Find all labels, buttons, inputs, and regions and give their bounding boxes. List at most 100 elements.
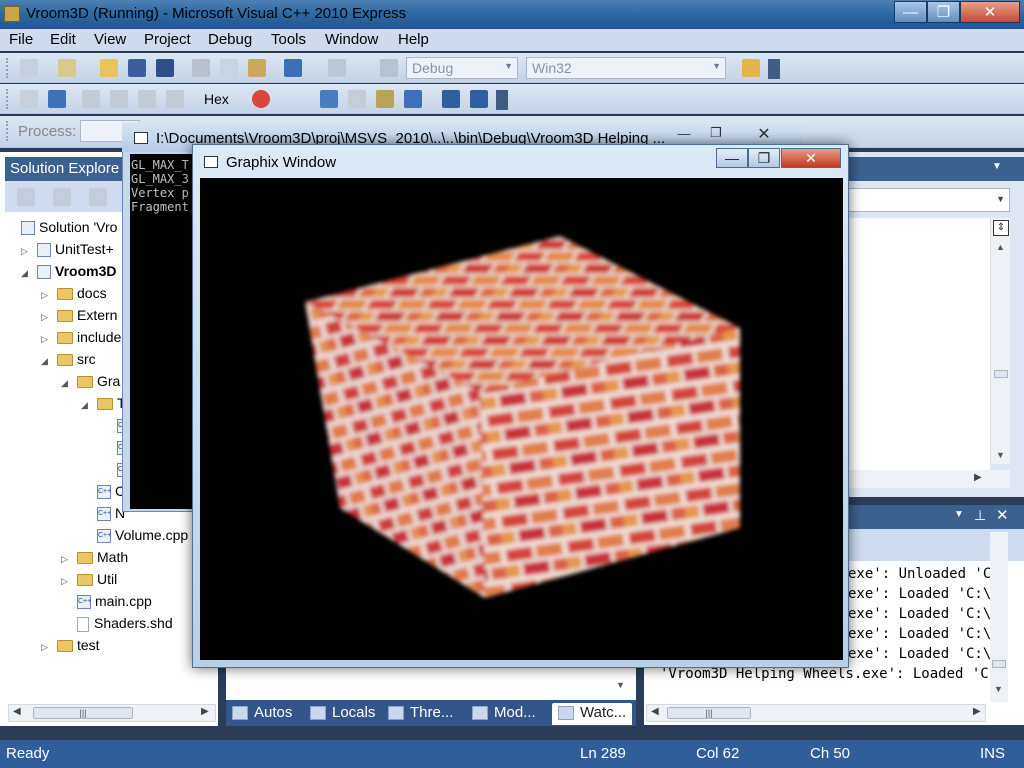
step-into-icon[interactable] [82, 90, 100, 108]
scroll-down-icon[interactable]: ▼ [994, 684, 1003, 694]
tree-item[interactable]: ◢ Gra [61, 370, 120, 392]
panel-menu-chevron-icon[interactable]: ▼ [992, 161, 1002, 172]
call-stack-icon[interactable] [348, 90, 366, 108]
tree-item[interactable]: ▷ Extern [41, 304, 117, 326]
output-hscrollbar[interactable]: ◀ ||| ▶ [646, 704, 986, 722]
menu-view[interactable]: View [94, 31, 126, 48]
tree-item[interactable]: C++ main.cpp [61, 590, 152, 612]
find-in-files-icon[interactable] [742, 59, 760, 77]
start-debugging-icon[interactable] [380, 59, 398, 77]
paste-icon[interactable] [248, 59, 266, 77]
scroll-down-icon[interactable]: ▼ [616, 680, 625, 690]
properties-object-combo[interactable]: ▼ [844, 188, 1010, 212]
scroll-thumb[interactable]: ||| [667, 707, 751, 719]
render-viewport[interactable] [200, 178, 843, 660]
open-file-icon[interactable] [100, 59, 118, 77]
expand-arrow-icon[interactable]: ▷ [41, 306, 51, 328]
toolbar-overflow-icon[interactable] [496, 90, 508, 110]
expand-arrow-icon[interactable]: ▷ [21, 240, 31, 262]
tree-item[interactable]: ◢T [81, 392, 126, 414]
solution-platform-combo[interactable]: Win32 ▼ [526, 57, 726, 79]
cut-icon[interactable] [192, 59, 210, 77]
graphix-minimize-button[interactable]: — [716, 148, 748, 168]
toolbar-gripper[interactable] [6, 58, 10, 78]
continue-icon[interactable] [20, 90, 38, 108]
properties-vscrollbar[interactable]: ⇕ ▲ ▼ [990, 218, 1010, 464]
scroll-right-icon[interactable]: ▶ [201, 706, 209, 717]
toolbar-gripper[interactable] [6, 121, 10, 141]
breakpoints-icon[interactable] [252, 90, 270, 108]
maximize-button[interactable]: ❐ [927, 1, 960, 23]
tab-autos[interactable]: Autos [232, 703, 292, 725]
properties-hscrollbar[interactable]: ▶ [844, 470, 1010, 488]
graphix-maximize-button[interactable]: ❐ [748, 148, 780, 168]
stop-debugging-icon[interactable] [48, 90, 66, 108]
minimize-button[interactable]: — [894, 1, 927, 23]
menu-window[interactable]: Window [325, 31, 378, 48]
step-over-icon[interactable] [110, 90, 128, 108]
console-maximize-button[interactable]: ❐ [704, 125, 728, 141]
tree-item[interactable]: ▷ Util [61, 568, 117, 590]
panel-menu-chevron-icon[interactable]: ▼ [954, 509, 964, 520]
copy-icon[interactable] [220, 59, 238, 77]
tree-item[interactable]: C++ Volume.cpp [81, 524, 188, 546]
show-all-files-icon[interactable] [53, 188, 71, 206]
scroll-thumb[interactable]: ||| [33, 707, 133, 719]
scroll-thumb[interactable] [994, 370, 1008, 378]
memory-icon[interactable] [320, 90, 338, 108]
output-vscrollbar[interactable]: ▼ [990, 532, 1008, 702]
tree-item[interactable]: ◢ src [41, 348, 96, 370]
properties-icon[interactable] [17, 188, 35, 206]
scroll-up-icon[interactable]: ▲ [996, 242, 1005, 252]
expand-arrow-icon[interactable]: ▷ [41, 636, 51, 658]
tree-item[interactable]: ▷ docs [41, 282, 107, 304]
collapse-arrow-icon[interactable]: ◢ [81, 394, 91, 416]
toolbar-gripper[interactable] [6, 89, 10, 109]
panel-close-icon[interactable]: ✕ [996, 506, 1009, 524]
new-project-icon[interactable] [20, 59, 38, 77]
tab-modules[interactable]: Mod... [472, 703, 536, 725]
menu-file[interactable]: File [9, 31, 33, 48]
tree-item[interactable]: Solution 'Vro [5, 216, 117, 238]
split-handle-icon[interactable]: ⇕ [993, 220, 1009, 236]
tree-item[interactable]: ◢ Vroom3D [21, 260, 116, 282]
graphix-close-button[interactable]: ✕ [781, 148, 841, 168]
save-icon[interactable] [128, 59, 146, 77]
tab-locals[interactable]: Locals [310, 703, 375, 725]
menu-project[interactable]: Project [144, 31, 191, 48]
scroll-down-icon[interactable]: ▼ [996, 450, 1005, 460]
undo-icon[interactable] [284, 59, 302, 77]
hex-toggle-button[interactable]: Hex [204, 91, 229, 107]
expand-arrow-icon[interactable]: ▷ [61, 570, 71, 592]
collapse-arrow-icon[interactable]: ◢ [41, 350, 51, 372]
scroll-left-icon[interactable]: ◀ [651, 706, 659, 717]
tree-item[interactable]: ▷ test [41, 634, 100, 656]
collapse-arrow-icon[interactable]: ◢ [61, 372, 71, 394]
console-close-button[interactable]: ✕ [746, 124, 782, 144]
tree-item[interactable]: Shaders.shd [61, 612, 173, 634]
scroll-right-icon[interactable]: ▶ [973, 706, 981, 717]
scroll-right-icon[interactable]: ▶ [974, 472, 982, 483]
collapse-arrow-icon[interactable]: ◢ [21, 262, 31, 284]
menu-help[interactable]: Help [398, 31, 429, 48]
text-format-icon[interactable] [404, 90, 422, 108]
step-out-icon[interactable] [138, 90, 156, 108]
quick-watch-icon[interactable] [376, 90, 394, 108]
refresh-icon[interactable] [89, 188, 107, 206]
comment-icon[interactable] [442, 90, 460, 108]
console-minimize-button[interactable]: — [672, 126, 696, 141]
add-item-icon[interactable] [58, 59, 76, 77]
solution-explorer-hscrollbar[interactable]: ◀ ||| ▶ [8, 704, 216, 722]
tab-threads[interactable]: Thre... [388, 703, 453, 725]
expand-arrow-icon[interactable]: ▷ [61, 548, 71, 570]
uncomment-icon[interactable] [470, 90, 488, 108]
scroll-thumb[interactable] [992, 660, 1006, 668]
expand-arrow-icon[interactable]: ▷ [41, 328, 51, 350]
solution-configuration-combo[interactable]: Debug ▼ [406, 57, 518, 79]
close-button[interactable]: ✕ [960, 1, 1020, 23]
expand-arrow-icon[interactable]: ▷ [41, 284, 51, 306]
tree-item[interactable]: C++ C [81, 480, 125, 502]
save-all-icon[interactable] [156, 59, 174, 77]
tree-item[interactable]: ▷ Math [61, 546, 128, 568]
menu-edit[interactable]: Edit [50, 31, 76, 48]
